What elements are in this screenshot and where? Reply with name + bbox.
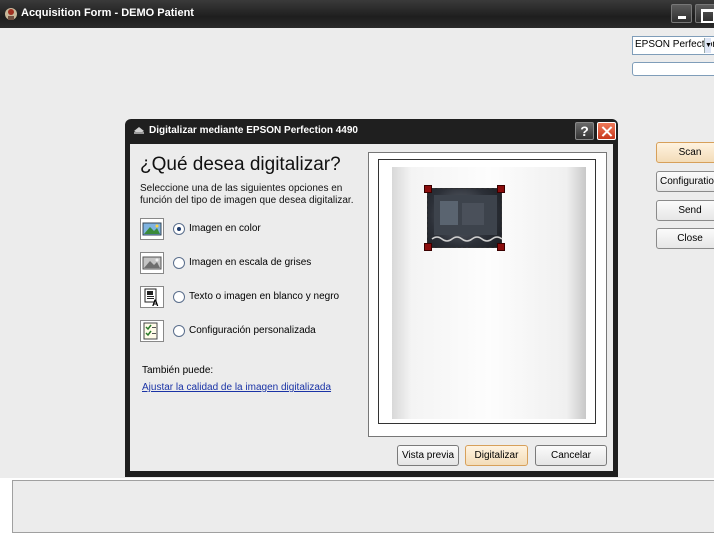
scan-button[interactable]: Scan <box>656 142 714 163</box>
preview-canvas[interactable] <box>378 159 596 424</box>
also-label: También puede: <box>142 365 214 376</box>
dialog-heading: ¿Qué desea digitalizar? <box>140 154 341 175</box>
dialog-instructions: Seleccione una de las siguientes opcione… <box>140 183 354 206</box>
dialog-body: ¿Qué desea digitalizar? Seleccione una d… <box>130 144 613 471</box>
maximize-button[interactable] <box>695 4 714 23</box>
scanned-photo-image <box>431 195 503 242</box>
adjust-quality-link[interactable]: Ajustar la calidad de la imagen digitali… <box>142 382 331 393</box>
scanner-icon <box>134 127 144 134</box>
radio-custom-settings[interactable] <box>173 325 185 337</box>
app-icon <box>5 8 17 20</box>
option-label[interactable]: Imagen en escala de grises <box>189 257 311 268</box>
digitize-button[interactable]: Digitalizar <box>465 445 528 466</box>
preview-button[interactable]: Vista previa <box>397 445 459 466</box>
scanned-page <box>392 167 586 419</box>
option-label[interactable]: Texto o imagen en blanco y negro <box>189 291 339 302</box>
scanned-photo-selection[interactable] <box>424 185 505 251</box>
option-bw-text-image[interactable]: A Texto o imagen en blanco y negro <box>140 286 370 310</box>
option-custom-settings[interactable]: Configuración personalizada <box>140 320 370 344</box>
scanner-select[interactable]: EPSON Perfection 4490 ▼ <box>632 36 714 55</box>
preview-area <box>368 152 607 437</box>
scan-dialog: Digitalizar mediante EPSON Perfection 44… <box>125 119 618 477</box>
bw-text-image-icon[interactable]: A <box>140 286 164 308</box>
status-field <box>632 62 714 76</box>
option-label[interactable]: Imagen en color <box>189 223 261 234</box>
dialog-title: Digitalizar mediante EPSON Perfection 44… <box>149 125 358 136</box>
main-titlebar: Acquisition Form - DEMO Patient <box>0 0 714 28</box>
radio-bw-text-image[interactable] <box>173 291 185 303</box>
custom-settings-icon[interactable] <box>140 320 164 342</box>
option-label[interactable]: Configuración personalizada <box>189 325 316 336</box>
crop-handle-top-left[interactable] <box>424 185 432 193</box>
bottom-panel <box>12 480 714 533</box>
crop-handle-bottom-left[interactable] <box>424 243 432 251</box>
cancel-button[interactable]: Cancelar <box>535 445 607 466</box>
crop-handle-bottom-right[interactable] <box>497 243 505 251</box>
color-image-icon[interactable] <box>140 218 164 240</box>
window-title: Acquisition Form - DEMO Patient <box>21 7 194 19</box>
dialog-titlebar: Digitalizar mediante EPSON Perfection 44… <box>125 119 618 143</box>
dialog-close-button[interactable] <box>597 122 616 140</box>
help-button[interactable]: ? <box>575 122 594 140</box>
close-button[interactable]: Close <box>656 228 714 249</box>
configuration-button[interactable]: Configuration <box>656 171 714 192</box>
scanner-select-value: EPSON Perfection 4490 <box>635 39 714 50</box>
grayscale-image-icon[interactable] <box>140 252 164 274</box>
radio-color-image[interactable] <box>173 223 185 235</box>
radio-grayscale-image[interactable] <box>173 257 185 269</box>
minimize-button[interactable] <box>671 4 692 23</box>
send-button[interactable]: Send <box>656 200 714 221</box>
svg-text:A: A <box>152 298 159 307</box>
option-color-image[interactable]: Imagen en color <box>140 218 370 242</box>
option-grayscale-image[interactable]: Imagen en escala de grises <box>140 252 370 276</box>
chevron-down-icon[interactable]: ▼ <box>704 38 712 53</box>
crop-handle-top-right[interactable] <box>497 185 505 193</box>
